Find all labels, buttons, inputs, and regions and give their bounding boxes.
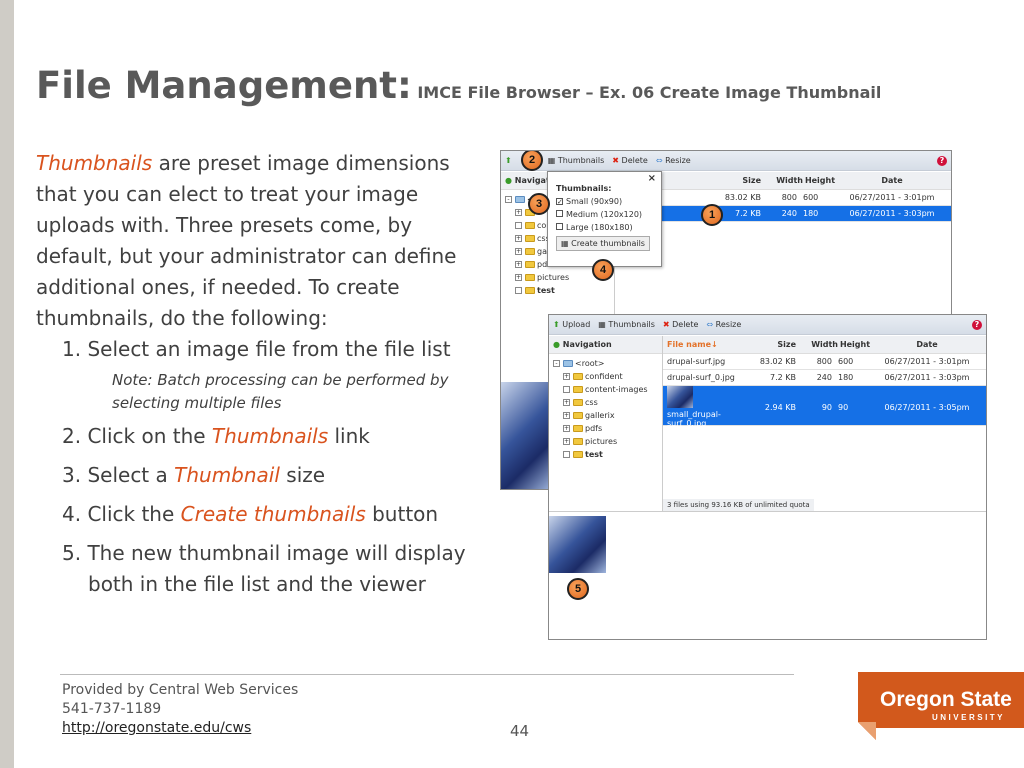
thumbnail-image — [667, 386, 693, 408]
svg-text:Oregon State: Oregon State — [880, 688, 1012, 711]
title-main: File Management: — [36, 64, 412, 107]
resize-button[interactable]: ⇔ Resize — [706, 320, 741, 329]
file-row[interactable]: .jpg83.02 KB80060006/27/2011 - 3:01pm — [615, 190, 951, 206]
callout-4: 4 — [592, 259, 614, 281]
file-row[interactable]: drupal-surf.jpg 83.02 KB 800 600 06/27/2011 … — [663, 354, 986, 370]
file-row-selected[interactable]: _0.jpg7.2 KB24018006/27/2011 - 3:03pm — [615, 206, 951, 222]
tree-item[interactable]: test — [549, 448, 662, 461]
option-large[interactable]: Large (180x180) — [556, 223, 653, 232]
footer-divider — [60, 674, 794, 675]
intro-text: are preset image dimensions that you can… — [36, 151, 457, 330]
step-1: 1. Select an image file from the file li… — [62, 337, 451, 361]
tree-item[interactable]: test — [501, 284, 614, 297]
tree-item[interactable]: + confident — [549, 370, 662, 383]
step-4: 4. Click the Create thumbnails button — [62, 502, 439, 526]
delete-button[interactable]: ✖ Delete — [663, 320, 699, 329]
slide-body: Thumbnails are preset image dimensions t… — [36, 148, 476, 600]
file-row-selected[interactable]: small_drupal-surf_0.jpg 2.94 KB 90 90 06/27/… — [663, 386, 986, 428]
thumbnails-popup: × Thumbnails: ✓ Small (90x90) Medium (120… — [547, 171, 662, 267]
footer-link[interactable]: http://oregonstate.edu/cws — [62, 720, 251, 736]
step-2: 2. Click on the Thumbnails link — [62, 424, 370, 448]
upload-icon[interactable]: ⬆ — [505, 156, 512, 165]
step-1-note: Note: Batch processing can be performed … — [112, 371, 449, 412]
sort-file-name[interactable]: File name↓ — [667, 340, 740, 349]
tree-item[interactable]: content-images — [549, 383, 662, 396]
help-icon[interactable]: ? — [937, 155, 947, 166]
slide-title: File Management: IMCE File Browser – Ex.… — [36, 64, 881, 107]
file-row[interactable]: drupal-surf_0.jpg 7.2 KB 240 180 06/27/2011 … — [663, 370, 986, 386]
option-medium[interactable]: Medium (120x120) — [556, 210, 653, 219]
close-icon[interactable]: × — [648, 173, 656, 184]
create-thumbnails-button[interactable]: ▦ Create thumbnails — [556, 236, 650, 251]
callout-1: 1 — [701, 204, 723, 226]
resize-button[interactable]: ⇔ Resize — [656, 156, 691, 165]
viewer-thumbnail — [549, 516, 606, 573]
file-list: File name↓ Size Width Height Date drupal-sur… — [663, 336, 986, 511]
viewer-image — [501, 382, 549, 489]
status-bar: 3 files using 93.16 KB of unlimited quot… — [663, 499, 814, 511]
thumbnails-button[interactable]: ▦ Thumbnails — [548, 156, 605, 165]
footer-provider: Provided by Central Web Services — [62, 682, 299, 698]
upload-button[interactable]: ⬆ Upload — [553, 320, 590, 329]
intro: Thumbnails are preset image dimensions t… — [36, 148, 476, 334]
page-number: 44 — [510, 722, 530, 740]
tree-item[interactable]: + gallerix — [549, 409, 662, 422]
step-5: 5. The new thumbnail image will display … — [62, 541, 466, 596]
callout-3: 3 — [528, 193, 550, 215]
steps-list: 1. Select an image file from the file li… — [36, 334, 476, 600]
toolbar: ⬆ Upload ▦ Thumbnails ✖ Delete ⇔ Resize … — [549, 315, 986, 335]
callout-2: 2 — [521, 151, 543, 171]
tree-item[interactable]: + pictures — [549, 435, 662, 448]
footer-phone: 541-737-1189 — [62, 701, 162, 717]
svg-text:UNIVERSITY: UNIVERSITY — [932, 713, 1005, 722]
help-icon[interactable]: ? — [972, 319, 982, 330]
footer: Provided by Central Web Services 541-737… — [62, 681, 298, 738]
thumbnails-button[interactable]: ▦ Thumbnails — [598, 320, 655, 329]
tree-item-root[interactable]: - <root> — [549, 357, 662, 370]
toolbar: ⬆ ▦ Thumbnails ✖ Delete ⇔ Resize ? — [501, 151, 951, 171]
title-sub: IMCE File Browser – Ex. 06 Create Image … — [411, 83, 882, 102]
checkbox-checked: ✓ — [556, 198, 563, 206]
navigation-panel: ● Navigation - <root> + confident content-… — [549, 336, 663, 511]
callout-5: 5 — [567, 578, 589, 600]
slide-left-bar — [0, 0, 14, 768]
osu-logo: Oregon State UNIVERSITY — [858, 672, 1024, 740]
tree-item[interactable]: + pdfs — [549, 422, 662, 435]
step-3: 3. Select a Thumbnail size — [62, 463, 326, 487]
tree-item[interactable]: + css — [549, 396, 662, 409]
option-small[interactable]: ✓ Small (90x90) — [556, 197, 653, 206]
intro-em: Thumbnails — [36, 151, 153, 175]
imce-screenshot-2: ⬆ Upload ▦ Thumbnails ✖ Delete ⇔ Resize … — [548, 314, 987, 640]
delete-button[interactable]: ✖ Delete — [612, 156, 648, 165]
tree-icon: ● — [553, 340, 560, 349]
